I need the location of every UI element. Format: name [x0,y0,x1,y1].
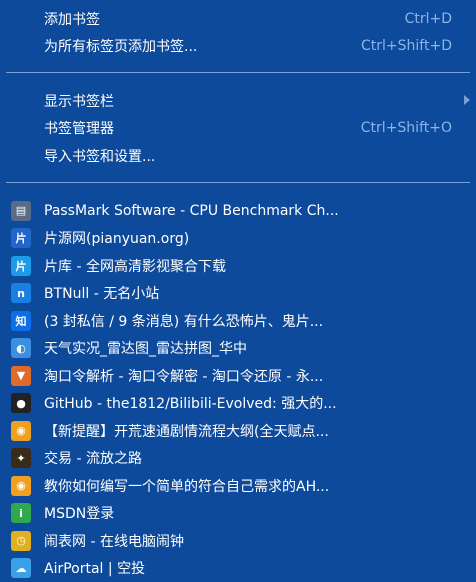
bookmark-item[interactable]: ● GitHub - the1812/Bilibili-Evolved: 强大的.… [0,390,476,417]
bookmark-item[interactable]: ◉ 【新提醒】开荒速通剧情流程大纲(全天赋点... [0,417,476,444]
pianku-icon: 片 [11,255,31,276]
bookmark-item[interactable]: 知 (3 封私信 / 9 条消息) 有什么恐怖片、鬼片... [0,307,476,334]
bookmark-label: BTNull - 无名小站 [44,286,160,302]
bookmark-label: 教你如何编写一个简单的符合自己需求的AH... [44,478,330,495]
btnull-icon: n [11,283,31,303]
import-bookmarks-label: 导入书签和设置... [44,148,156,165]
bookmark-all-tabs-item[interactable]: 为所有标签页添加书签... Ctrl+Shift+D [0,32,476,59]
bookmark-manager-item[interactable]: 书签管理器 Ctrl+Shift+O [0,114,476,141]
bookmark-item[interactable]: ▼ 淘口令解析 - 淘口令解密 - 淘口令还原 - 永... [0,362,476,389]
bookmark-item[interactable]: ✦ 交易 - 流放之路 [0,445,476,472]
bookmark-label: 闹表网 - 在线电脑闹钟 [44,533,184,550]
alarm-icon: ◷ [11,530,31,551]
eyes-icon: ◉ [11,475,31,496]
bookmark-label: 【新提醒】开荒速通剧情流程大纲(全天赋点... [44,423,329,440]
bookmark-all-tabs-label: 为所有标签页添加书签... [44,38,198,55]
bookmark-item[interactable]: ◷ 闹表网 - 在线电脑闹钟 [0,527,476,554]
add-bookmark-label: 添加书签 [44,11,100,28]
bookmark-label: 片库 - 全网高清影视聚合下载 [44,258,226,275]
bookmark-manager-label: 书签管理器 [44,120,114,137]
bookmark-item[interactable]: 片片库 - 全网高清影视聚合下载 [0,252,476,279]
add-bookmark-shortcut: Ctrl+D [404,10,452,27]
bookmarks-menu: 添加书签 Ctrl+D 为所有标签页添加书签... Ctrl+Shift+D 显… [0,0,476,580]
bookmark-label: GitHub - the1812/Bilibili-Evolved: 强大的..… [44,396,337,412]
bookmark-label: 交易 - 流放之路 [44,451,142,467]
bookmark-label: MSDN登录 [44,506,115,522]
zhihu-icon: 知 [11,310,31,331]
add-bookmark-item[interactable]: 添加书签 Ctrl+D [0,5,476,32]
submenu-arrow-icon [464,95,470,105]
bookmark-label: (3 封私信 / 9 条消息) 有什么恐怖片、鬼片... [44,313,324,330]
import-bookmarks-item[interactable]: 导入书签和设置... [0,142,476,169]
show-bookmarks-bar-item[interactable]: 显示书签栏 [0,87,476,114]
bookmark-all-tabs-shortcut: Ctrl+Shift+D [361,37,452,54]
passmark-icon: ▤ [11,200,31,221]
bookmark-item[interactable]: ☁ AirPortal | 空投 [0,555,476,582]
bookmark-item[interactable]: 片片源网(pianyuan.org) [0,225,476,252]
bookmark-label: AirPortal | 空投 [44,561,146,577]
shield-icon: ▼ [11,365,31,386]
bookmark-label: 天气实况_雷达图_雷达拼图_华中 [44,341,247,357]
bookmark-item[interactable]: ◉ 教你如何编写一个简单的符合自己需求的AH... [0,472,476,499]
bookmark-item[interactable]: i MSDN登录 [0,500,476,527]
separator [6,72,470,73]
cloud-icon: ☁ [11,558,31,578]
poe-icon: ✦ [11,448,31,468]
bookmark-label: 淘口令解析 - 淘口令解密 - 淘口令还原 - 永... [44,368,324,385]
eyes-icon: ◉ [11,420,31,441]
bookmark-label: 片源网(pianyuan.org) [44,231,190,247]
show-bookmarks-bar-label: 显示书签栏 [44,93,114,110]
bookmark-item[interactable]: ◐ 天气实况_雷达图_雷达拼图_华中 [0,335,476,362]
bookmark-item[interactable]: n BTNull - 无名小站 [0,280,476,307]
separator [6,182,470,183]
github-icon: ● [11,393,31,413]
msdn-icon: i [11,503,31,523]
bookmark-manager-shortcut: Ctrl+Shift+O [360,119,452,136]
weather-icon: ◐ [11,338,31,358]
bookmark-item[interactable]: ▤ PassMark Software - CPU Benchmark Ch... [0,197,476,224]
bookmark-label: PassMark Software - CPU Benchmark Ch... [44,202,339,219]
pianyuan-icon: 片 [11,228,31,248]
